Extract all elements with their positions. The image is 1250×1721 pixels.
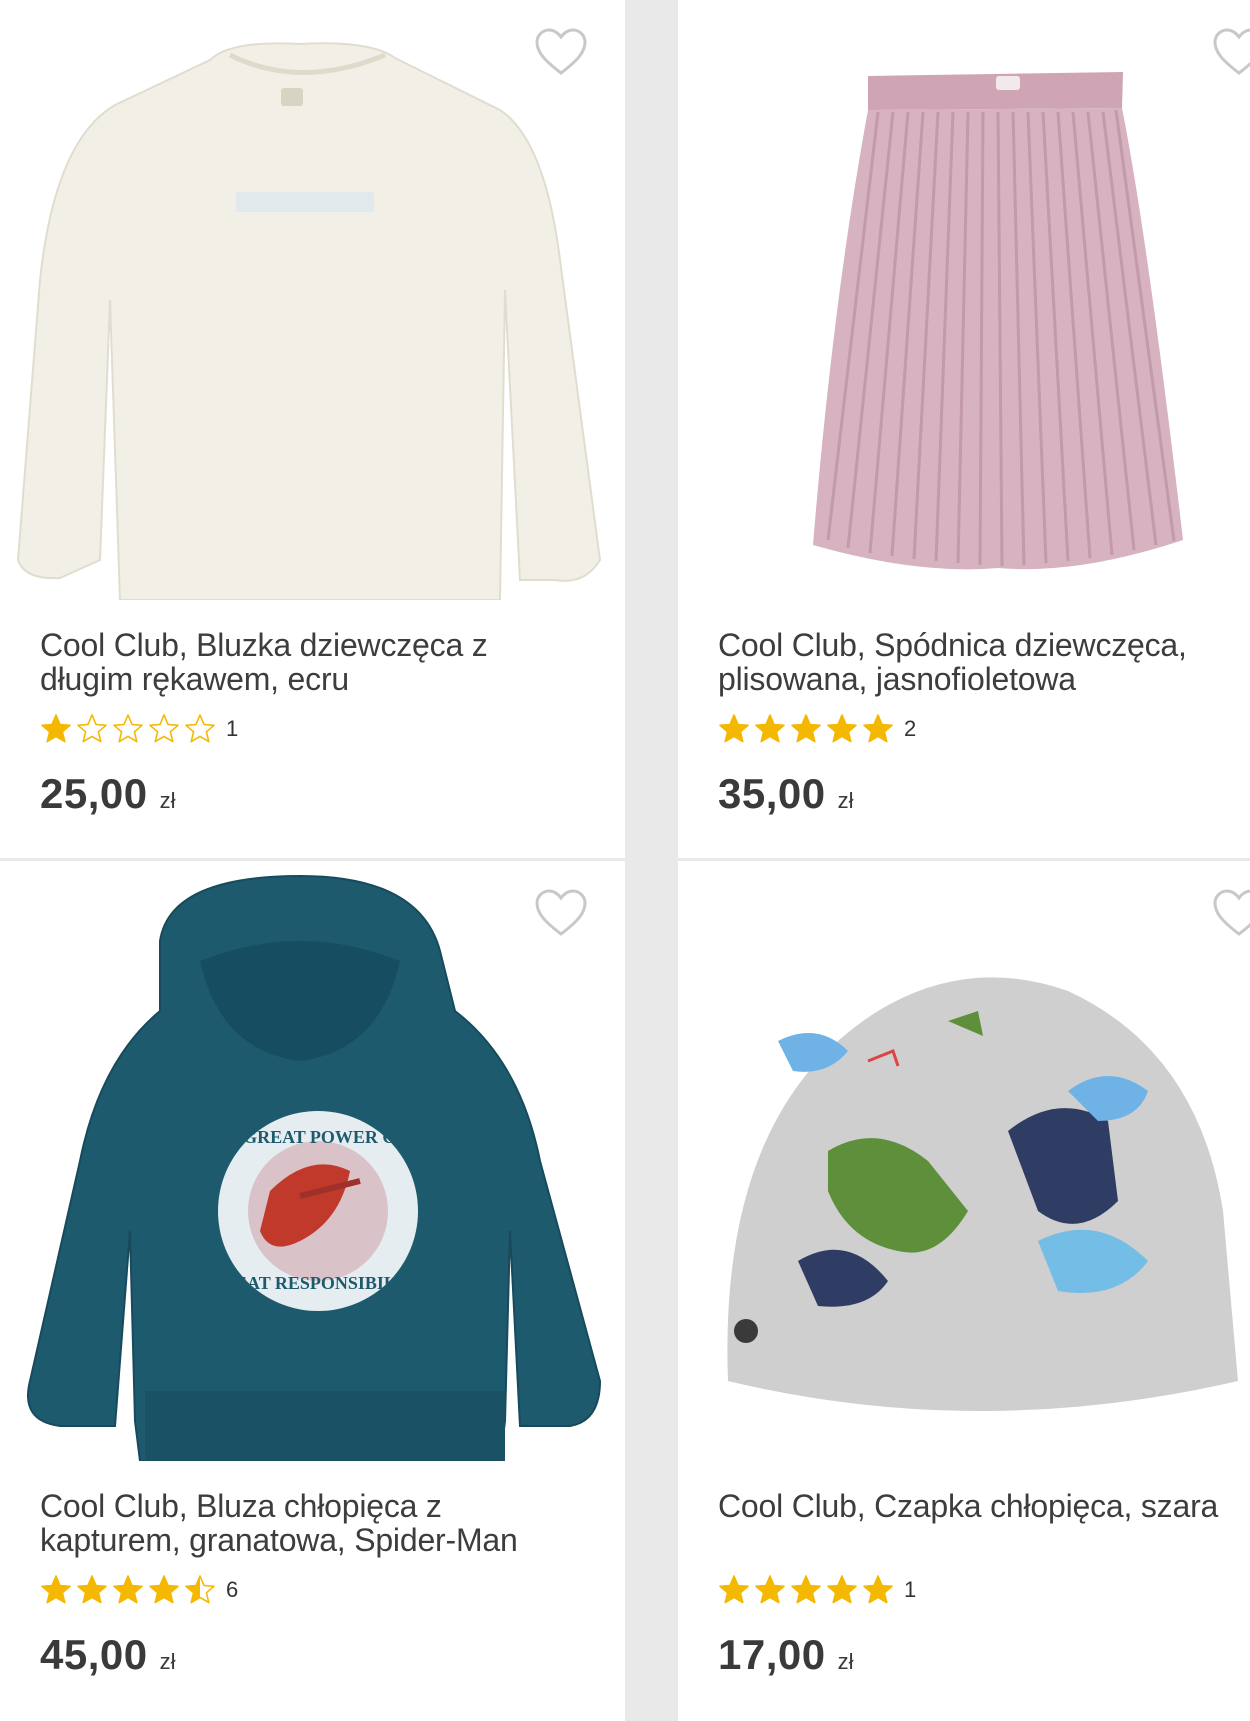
- price-amount: 35,00: [718, 770, 826, 817]
- hoodie-print-top: WITH GREAT POWER COMES: [188, 1127, 449, 1147]
- product-title[interactable]: Cool Club, Czapka chłopięca, szara: [718, 1489, 1250, 1523]
- price-currency: zł: [159, 1649, 176, 1674]
- star-empty-icon: [149, 714, 179, 743]
- star-filled-icon: [113, 1575, 143, 1604]
- product-image[interactable]: WITH GREAT POWER COMES GREAT RESPONSIBIL…: [0, 861, 625, 1461]
- rating-count: 1: [904, 1577, 917, 1602]
- product-card[interactable]: Cool Club, Bluzka dziewczęca z długim rę…: [0, 0, 625, 858]
- price-currency: zł: [837, 788, 854, 813]
- star-filled-icon: [827, 1575, 857, 1604]
- rating-stars: [718, 713, 894, 745]
- product-price: 45,00 zł: [40, 1631, 176, 1679]
- product-card[interactable]: Cool Club, Czapka chłopięca, szara 1 17,…: [678, 861, 1250, 1721]
- price-currency: zł: [159, 788, 176, 813]
- product-price: 25,00 zł: [40, 770, 176, 818]
- star-filled-icon: [719, 1575, 749, 1604]
- price-amount: 17,00: [718, 1631, 826, 1678]
- product-title[interactable]: Cool Club, Bluzka dziewczęca z długim rę…: [40, 628, 580, 696]
- product-title[interactable]: Cool Club, Spódnica dziewczęca, plisowan…: [718, 628, 1250, 696]
- favorite-heart-icon[interactable]: [1212, 889, 1250, 939]
- product-grid: Cool Club, Bluzka dziewczęca z długim rę…: [0, 0, 1250, 1721]
- star-filled-icon: [41, 1575, 71, 1604]
- star-half-icon: [185, 1575, 215, 1604]
- rating-count: 6: [226, 1577, 239, 1602]
- product-rating: 1: [40, 712, 238, 746]
- favorite-heart-icon[interactable]: [1212, 28, 1250, 78]
- product-rating: 6: [40, 1573, 238, 1607]
- rating-count: 2: [904, 716, 917, 741]
- star-filled-icon: [791, 1575, 821, 1604]
- star-empty-icon: [77, 714, 107, 743]
- rating-stars: [718, 1574, 894, 1606]
- star-filled-icon: [149, 1575, 179, 1604]
- price-amount: 25,00: [40, 770, 148, 817]
- product-title[interactable]: Cool Club, Bluza chłopięca z kapturem, g…: [40, 1489, 580, 1557]
- star-filled-icon: [755, 1575, 785, 1604]
- star-filled-icon: [719, 714, 749, 743]
- rating-count: 1: [226, 716, 239, 741]
- product-image[interactable]: [678, 861, 1250, 1461]
- product-rating: 2: [718, 712, 916, 746]
- star-empty-icon: [113, 714, 143, 743]
- rating-stars: [40, 713, 216, 745]
- product-rating: 1: [718, 1573, 916, 1607]
- price-currency: zł: [837, 1649, 854, 1674]
- star-filled-icon: [863, 714, 893, 743]
- product-price: 35,00 zł: [718, 770, 854, 818]
- price-amount: 45,00: [40, 1631, 148, 1678]
- star-filled-icon: [791, 714, 821, 743]
- star-filled-icon: [863, 1575, 893, 1604]
- favorite-heart-icon[interactable]: [534, 28, 588, 78]
- product-card[interactable]: Cool Club, Spódnica dziewczęca, plisowan…: [678, 0, 1250, 858]
- star-filled-icon: [41, 714, 71, 743]
- product-image[interactable]: [0, 0, 625, 600]
- star-filled-icon: [755, 714, 785, 743]
- product-image[interactable]: [678, 0, 1250, 600]
- favorite-heart-icon[interactable]: [534, 889, 588, 939]
- product-price: 17,00 zł: [718, 1631, 854, 1679]
- rating-stars: [40, 1574, 216, 1606]
- hoodie-print-bottom: GREAT RESPONSIBILITY: [208, 1273, 428, 1293]
- star-empty-icon: [185, 714, 215, 743]
- star-filled-icon: [77, 1575, 107, 1604]
- product-card[interactable]: WITH GREAT POWER COMES GREAT RESPONSIBIL…: [0, 861, 625, 1721]
- star-filled-icon: [827, 714, 857, 743]
